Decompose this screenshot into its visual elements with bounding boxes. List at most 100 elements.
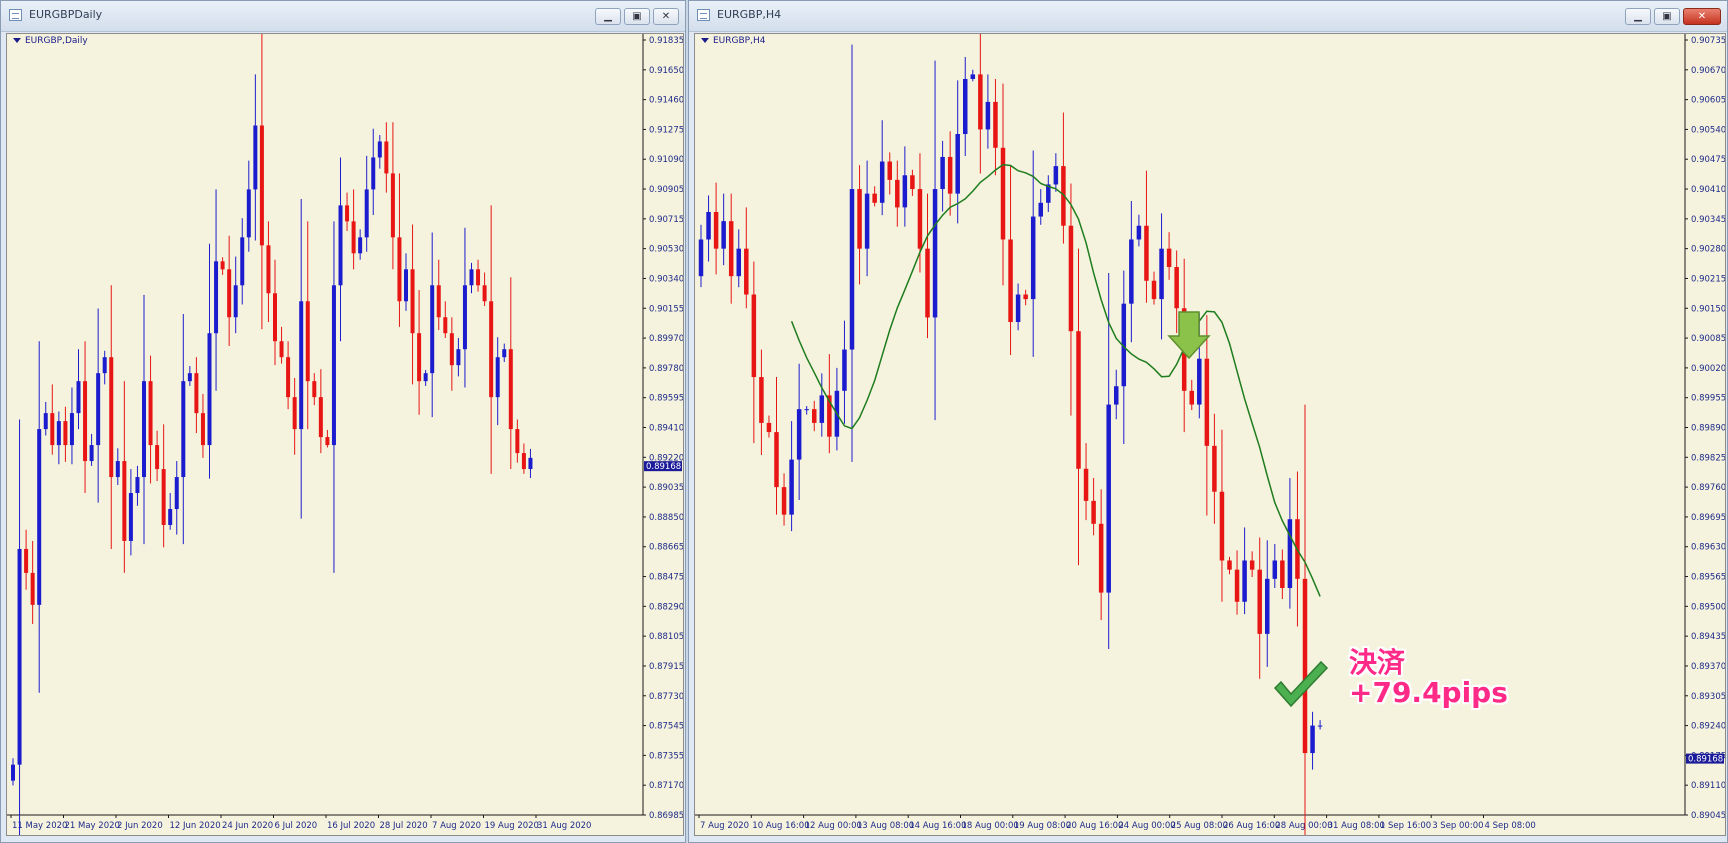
maximize-button[interactable]: ▣ [1654, 8, 1680, 25]
candle-body [910, 175, 915, 190]
candle-body [266, 245, 271, 294]
candle-body [887, 161, 892, 180]
price-tick-label: 0.90735 [1691, 36, 1725, 46]
candle-body [174, 477, 179, 509]
candle-body [200, 413, 205, 446]
daily-candlestick-chart[interactable]: 0.91835 0.91650 0.91460 0.91275 0.91090 0.909… [7, 34, 683, 836]
time-tick-label: 13 Aug 08:00 [857, 821, 914, 831]
price-tick-label: 0.89780 [649, 364, 683, 374]
candle-body [17, 548, 22, 765]
minimize-button[interactable]: ▁ [595, 8, 621, 25]
price-tick-label: 0.90340 [649, 274, 683, 284]
candle-body [50, 413, 55, 446]
price-tick-label: 0.90085 [1691, 334, 1725, 344]
candle-body [698, 239, 704, 277]
candle-body [122, 461, 127, 541]
candle-body [338, 205, 343, 286]
candle-body [985, 101, 991, 130]
price-tick-label: 0.90215 [1691, 274, 1725, 284]
candle-body [364, 189, 369, 238]
candle-body [917, 189, 923, 249]
price-tick-label: 0.90155 [649, 304, 683, 314]
candle-body [1106, 404, 1111, 593]
h4-window-title: EURGBP,H4 [717, 8, 782, 21]
candle-body [240, 237, 245, 286]
maximize-icon: ▣ [632, 11, 642, 22]
price-tick-label: 0.89035 [649, 483, 683, 493]
time-tick-label: 4 Sep 08:00 [1485, 821, 1536, 831]
candle-body [1098, 523, 1104, 593]
candle-body [161, 469, 166, 525]
time-tick-label: 18 Aug 00:00 [962, 821, 1019, 831]
candle-body [744, 248, 749, 295]
daily-chart-area[interactable]: EURGBP,Daily 0.91835 0.91650 0.91460 0.9127… [6, 33, 684, 836]
candle-body [410, 269, 415, 334]
time-tick-label: 14 Aug 16:00 [909, 821, 966, 831]
time-tick-label: 26 Aug 16:00 [1223, 821, 1280, 831]
price-tick-label: 0.90020 [1691, 364, 1725, 374]
price-tick-label: 0.90530 [649, 245, 683, 255]
price-tick-label: 0.90410 [1691, 185, 1725, 195]
h4-candlestick-chart[interactable]: 0.90735 0.90670 0.90605 0.90540 0.90475 0.904… [695, 34, 1725, 836]
candle-body [1212, 445, 1217, 492]
close-icon: ✕ [661, 11, 671, 22]
candle-body [30, 572, 35, 605]
close-button[interactable]: ✕ [1683, 8, 1721, 25]
price-tick-label: 0.88290 [649, 602, 683, 612]
candle-body [1151, 280, 1157, 300]
price-tick-label: 0.91650 [649, 66, 683, 76]
candle-body [1129, 239, 1134, 304]
time-tick-label: 7 Aug 2020 [432, 821, 481, 831]
candle-body [819, 395, 825, 423]
candle-body [1219, 491, 1225, 561]
candle-body [947, 156, 953, 194]
close-button[interactable]: ✕ [653, 8, 679, 25]
candle-body [1265, 578, 1270, 634]
h4-window-titlebar[interactable]: EURGBP,H4 ▁ ▣ ✕ [689, 1, 1727, 32]
candle-body [181, 381, 186, 478]
time-tick-label: 1 Sep 16:00 [1380, 821, 1431, 831]
candle-body [489, 301, 494, 398]
minimize-button[interactable]: ▁ [1625, 8, 1651, 25]
daily-window-titlebar[interactable]: EURGBPDaily ▁ ▣ ✕ [1, 1, 685, 32]
candle-body [857, 189, 862, 249]
candle-body [390, 173, 395, 238]
price-tick-label: 0.90345 [1691, 215, 1725, 225]
chart-window-icon [697, 9, 710, 21]
candle-body [305, 301, 310, 382]
candle-body [495, 357, 500, 398]
candle-body [766, 422, 772, 433]
candle-body [76, 381, 81, 414]
daily-chart-window: EURGBPDaily ▁ ▣ ✕ EURGBP,Daily 0.91835 0.… [0, 0, 686, 843]
candle-body [970, 74, 976, 79]
price-tick-label: 0.89955 [1691, 394, 1725, 404]
candle-body [759, 377, 764, 423]
candle-body [325, 437, 330, 446]
maximize-icon: ▣ [1662, 11, 1672, 22]
candle-body [417, 333, 422, 382]
price-tick-label: 0.91835 [649, 36, 683, 46]
time-tick-label: 24 Aug 00:00 [1118, 821, 1175, 831]
candle-body [109, 357, 114, 478]
candle-body [207, 333, 212, 446]
price-tick-label: 0.90540 [1691, 125, 1725, 135]
candle-body [43, 413, 48, 430]
maximize-button[interactable]: ▣ [624, 8, 650, 25]
h4-chart-area[interactable]: EURGBP,H4 0.90735 0.90670 0.90605 0.90540 0.… [694, 33, 1726, 836]
candle-body [1280, 560, 1285, 589]
candle-body [1038, 202, 1043, 217]
close-icon: ✕ [1697, 11, 1707, 22]
time-tick-label: 20 Aug 16:00 [1066, 821, 1123, 831]
candle-body [528, 457, 533, 470]
candle-body [436, 285, 441, 318]
candle-body [358, 237, 363, 254]
annotation-pips-label: +79.4pips [1349, 676, 1508, 709]
current-price-label: 0.89168 [1688, 755, 1723, 765]
candle-body [423, 373, 428, 382]
candle-body [706, 211, 711, 240]
candle-body [194, 373, 199, 414]
candle-body [1166, 248, 1172, 267]
time-tick-label: 28 Aug 00:00 [1275, 821, 1332, 831]
candle-body [1023, 294, 1028, 300]
price-tick-label: 0.89110 [1691, 781, 1725, 791]
